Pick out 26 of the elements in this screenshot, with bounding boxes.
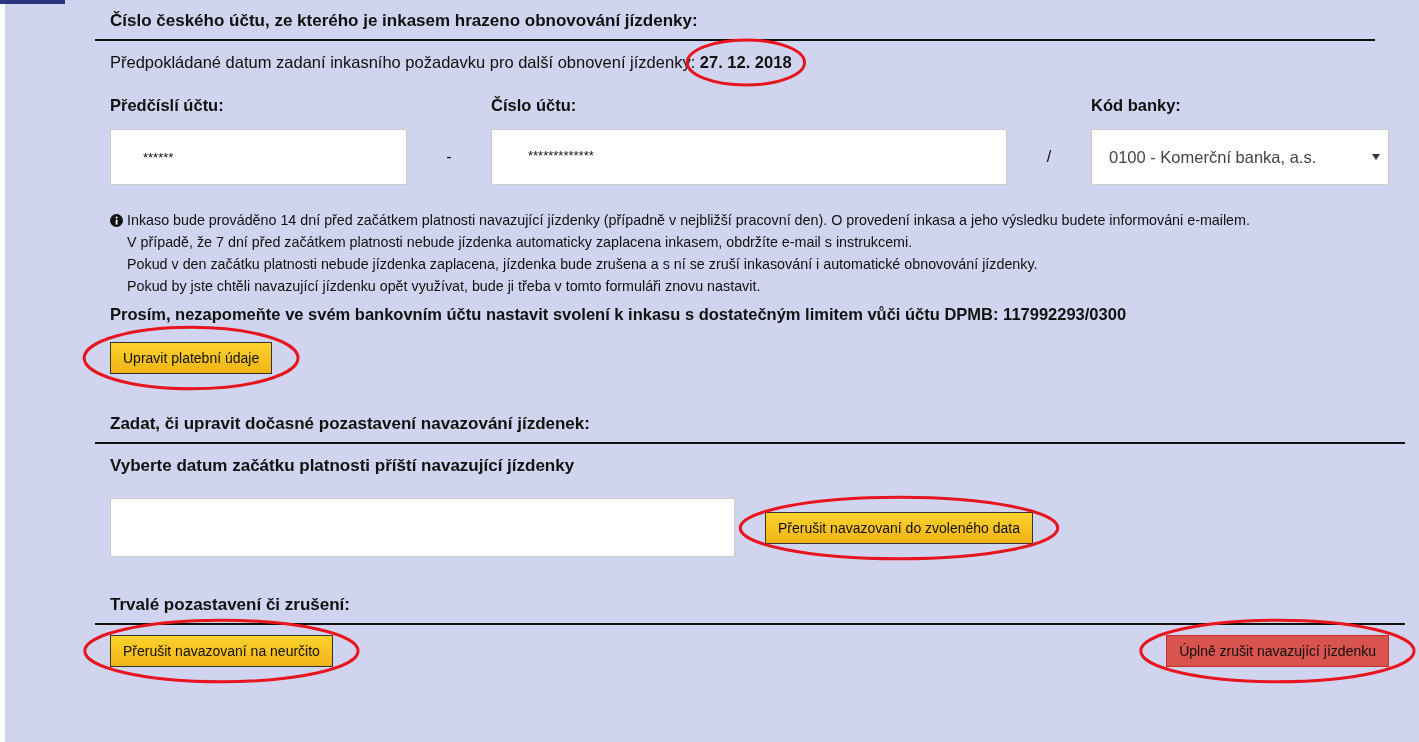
input-field[interactable]: ****** [110,129,407,185]
date-input-field[interactable] [110,498,735,557]
action-button[interactable]: Přerušit navazovaní na neurčito [110,635,333,667]
info-text: Inkaso bude prováděno 14 dní před začátkem platnosti navazující jízdenky (případně v nejbližší pracovní den). O provedení inkasa a jeho výsledku budete informováni e-mailem. [127,211,1251,230]
dropdown-caret-icon [1372,154,1380,160]
info-text: Pokud v den začátku platnosti nebude jízdenka zaplacena, jízdenka bude zrušena a s ní se zruší inkasování i automatické obnovování jízdenky. [127,255,1039,274]
date-value: 27. 12. 2018 [699,53,792,72]
section-title: Zadat, či upravit dočasné pozastavení navazování jízdenek: [95,414,1405,444]
section-title: Trvalé pozastavení či zrušení: [95,595,1405,625]
section-title: Číslo českého účtu, ze kterého je inkasem hrazeno obnovování jízdenky: [95,11,1375,41]
select-field[interactable]: 0100 - Komerční banka, a.s. [1091,129,1389,185]
separator-text: - [445,148,453,166]
action-button[interactable]: Přerušit navazovaní do zvoleného data [765,511,1034,544]
action-button[interactable]: Upravit platební údaje [110,342,273,374]
input-field[interactable]: ************* [491,129,1007,185]
info-text: V případě, že 7 dní před začátkem platnosti nebude jízdenka automaticky zaplacena inkasem, obdržíte e-mail s instrukcemi. [127,233,914,252]
top-bar [0,0,65,4]
field-label: Kód banky: [1091,96,1182,115]
info-text: Pokud by jste chtěli navazující jízdenku opět využívat, bude ji třeba v tomto formuláři znovu nastavit. [127,277,762,296]
separator-text: / [1045,148,1053,166]
notice-text: Prosím, nezapomeňte ve svém bankovním účtu nastavit svolení k inkasu s dostatečným limitem vůči účtu DPMB: 117992293/0300 [109,305,1128,324]
subtitle-text: Vyberte datum začátku platnosti příští navazující jízdenky [110,456,575,476]
field-label: Číslo účtu: [491,96,578,115]
field-label: Předčíslí účtu: [110,96,225,115]
cancel-button[interactable]: Úplně zrušit navazující jízdenku [1166,635,1389,667]
info-icon [110,214,123,227]
